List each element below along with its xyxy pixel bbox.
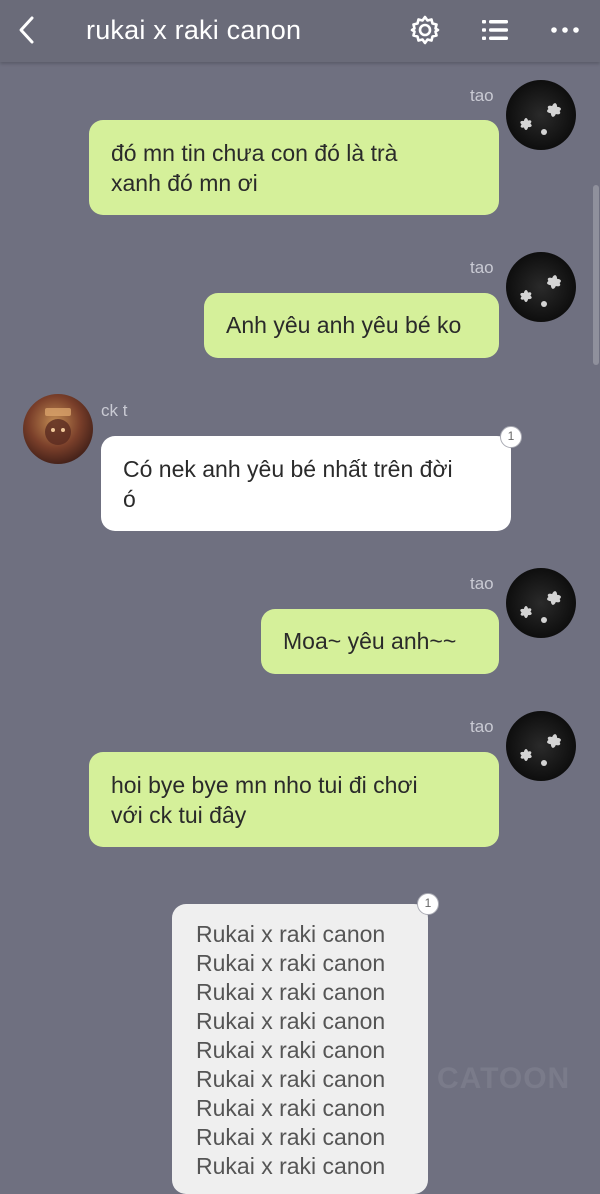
avatar[interactable] bbox=[506, 252, 576, 322]
sender-name: tao bbox=[470, 86, 494, 105]
flower-avatar-icon bbox=[520, 103, 561, 135]
gear-icon bbox=[410, 15, 440, 45]
flower-avatar-icon bbox=[520, 275, 561, 307]
list-icon bbox=[482, 20, 508, 40]
more-button[interactable] bbox=[547, 12, 583, 48]
sender-name: tao bbox=[470, 258, 494, 277]
scrollbar[interactable] bbox=[593, 185, 599, 365]
message-line: Rukai x raki canon bbox=[196, 979, 386, 1005]
message-line: Có nek anh yêu bé nhất trên đời bbox=[123, 456, 453, 482]
message-line: Rukai x raki canon bbox=[196, 1124, 386, 1150]
top-bar: rukai x raki canon bbox=[0, 0, 600, 62]
message-bubble[interactable]: Rukai x raki canon Rukai x raki canon Ru… bbox=[172, 904, 428, 1194]
flower-avatar-icon bbox=[520, 591, 561, 623]
anime-avatar-icon bbox=[45, 408, 71, 445]
list-button[interactable] bbox=[477, 12, 513, 48]
message-line: xanh đó mn ơi bbox=[111, 170, 258, 196]
flower-avatar-icon bbox=[520, 734, 561, 766]
sender-name: tao bbox=[470, 574, 494, 593]
reaction-badge[interactable]: 1 bbox=[417, 893, 439, 915]
message-line: ó bbox=[123, 486, 136, 512]
message-line: với ck tui đây bbox=[111, 802, 247, 828]
chevron-left-icon bbox=[19, 16, 34, 44]
message-bubble[interactable]: hoi bye bye mn nho tui đi chơi với ck tu… bbox=[89, 752, 499, 847]
message-bubble[interactable]: Có nek anh yêu bé nhất trên đời ó bbox=[101, 436, 511, 531]
message-line: Rukai x raki canon bbox=[196, 1008, 386, 1034]
message-line: Moa~ yêu anh~~ bbox=[283, 628, 457, 654]
settings-button[interactable] bbox=[407, 12, 443, 48]
sender-name: ck t bbox=[101, 401, 128, 420]
sender-name: tao bbox=[470, 717, 494, 736]
message-line: Rukai x raki canon bbox=[196, 921, 386, 947]
message-line: đó mn tin chưa con đó là trà bbox=[111, 140, 398, 166]
message-line: Rukai x raki canon bbox=[196, 1037, 386, 1063]
more-dots-icon bbox=[551, 27, 579, 33]
reaction-badge[interactable]: 1 bbox=[500, 426, 522, 448]
message-line: Anh yêu anh yêu bé ko bbox=[226, 312, 462, 338]
avatar[interactable] bbox=[506, 711, 576, 781]
message-bubble[interactable]: Moa~ yêu anh~~ bbox=[261, 609, 499, 674]
message-line: Rukai x raki canon bbox=[196, 1153, 386, 1179]
back-button[interactable] bbox=[12, 12, 44, 48]
avatar[interactable] bbox=[23, 394, 93, 464]
watermark: CATOON bbox=[437, 1062, 571, 1095]
chat-title: rukai x raki canon bbox=[86, 15, 302, 45]
message-bubble[interactable]: Anh yêu anh yêu bé ko bbox=[204, 293, 499, 358]
avatar[interactable] bbox=[506, 80, 576, 150]
avatar[interactable] bbox=[506, 568, 576, 638]
message-line: Rukai x raki canon bbox=[196, 1095, 386, 1121]
message-line: Rukai x raki canon bbox=[196, 1066, 386, 1092]
message-line: hoi bye bye mn nho tui đi chơi bbox=[111, 772, 418, 798]
message-bubble[interactable]: đó mn tin chưa con đó là trà xanh đó mn … bbox=[89, 120, 499, 215]
message-line: Rukai x raki canon bbox=[196, 950, 386, 976]
